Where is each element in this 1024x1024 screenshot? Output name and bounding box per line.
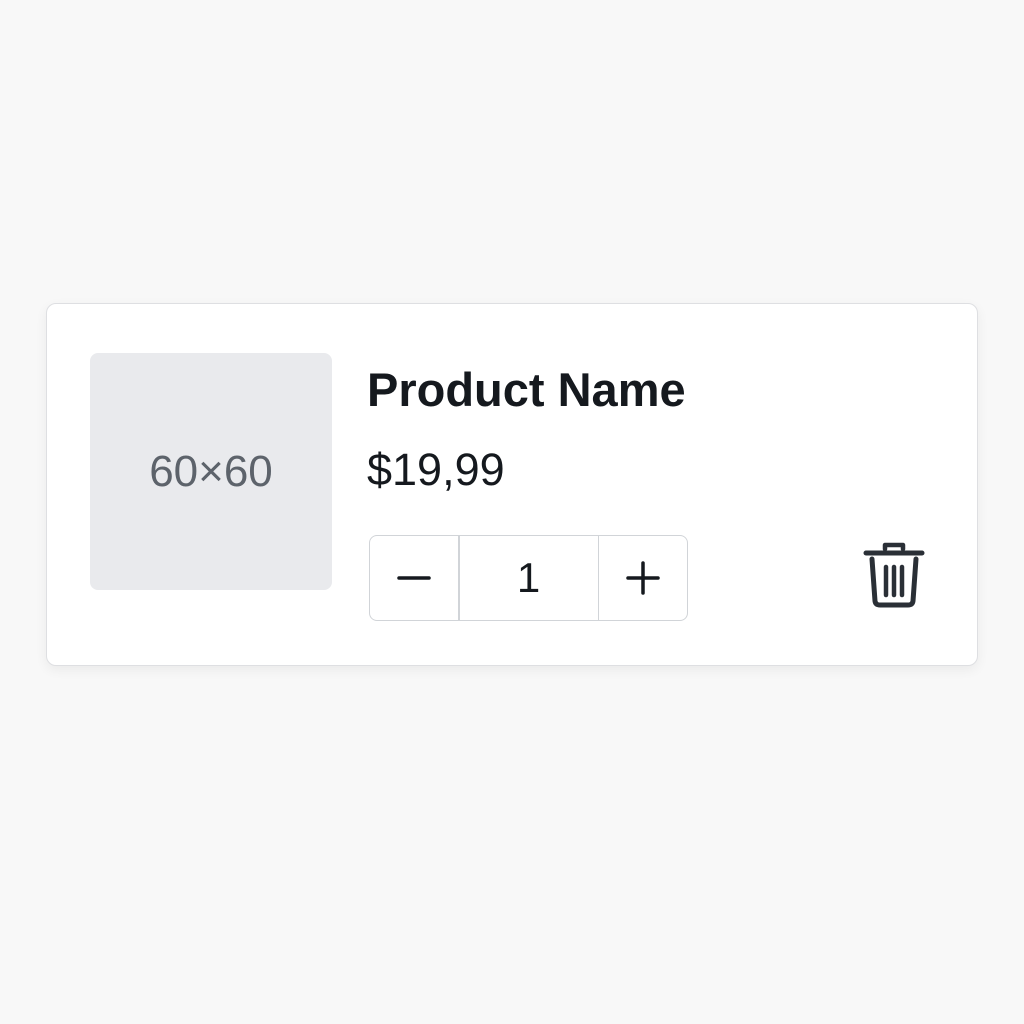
increment-button[interactable] [599, 536, 687, 620]
product-image-placeholder-label: 60×60 [149, 446, 273, 496]
product-image-placeholder: 60×60 [90, 353, 332, 590]
decrement-button[interactable] [370, 536, 458, 620]
minus-icon [397, 576, 431, 580]
plus-icon [626, 561, 660, 595]
product-price: $19,99 [367, 444, 505, 495]
product-name: Product Name [367, 363, 686, 416]
cart-item-card: 60×60 Product Name $19,99 1 [46, 303, 978, 666]
trash-icon [863, 542, 925, 608]
quantity-value[interactable]: 1 [460, 536, 598, 620]
remove-item-button[interactable] [859, 538, 929, 612]
quantity-stepper: 1 [369, 535, 688, 621]
